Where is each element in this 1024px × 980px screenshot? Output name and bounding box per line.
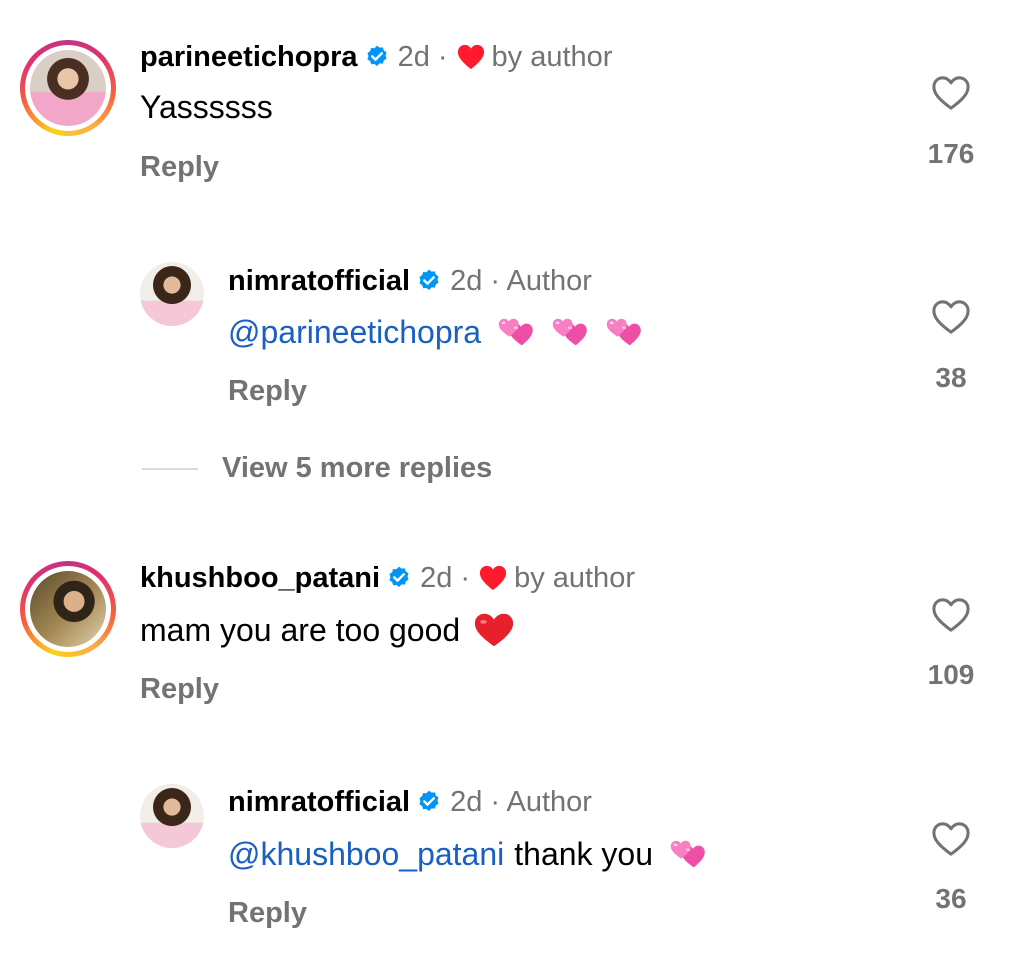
- divider-line: [142, 467, 198, 470]
- view-more-replies-label: View 5 more replies: [222, 452, 493, 484]
- like-count: 38: [935, 362, 967, 393]
- like-heart-icon[interactable]: [930, 596, 972, 634]
- verified-badge-icon: [386, 565, 412, 591]
- comment-text-content: mam you are too good: [140, 612, 461, 648]
- comments-thread: parineetichopra 2d · by author Yassssss …: [0, 0, 1024, 980]
- comment-header: nimratofficial 2d · Author: [228, 264, 592, 298]
- comment-time: 2d ·: [420, 562, 471, 594]
- avatar[interactable]: [20, 40, 116, 136]
- avatar[interactable]: [140, 262, 204, 326]
- comment-header: parineetichopra 2d · by author: [140, 40, 612, 74]
- reply-button[interactable]: Reply: [140, 673, 219, 706]
- liked-by-author-heart-icon: [456, 43, 486, 71]
- comment-header: khushboo_patani 2d · by author: [140, 561, 635, 595]
- liked-by-author-label: by author: [491, 41, 613, 73]
- username[interactable]: khushboo_patani: [140, 561, 380, 595]
- reply-button[interactable]: Reply: [228, 897, 307, 930]
- comment-text: Yassssss: [140, 88, 273, 126]
- mention-link[interactable]: @parineetichopra: [228, 313, 481, 351]
- comment-text-content: Yassssss: [140, 89, 273, 125]
- mention-link[interactable]: @khushboo_patani: [228, 835, 504, 873]
- comment-text-content: thank you: [514, 836, 654, 872]
- username[interactable]: parineetichopra: [140, 40, 358, 74]
- reply-button[interactable]: Reply: [140, 151, 219, 184]
- comment-text: @khushboo_patani thank you: [228, 834, 711, 874]
- comment-time-author: 2d · Author: [450, 265, 592, 297]
- username[interactable]: nimratofficial: [228, 785, 410, 819]
- two-hearts-emoji-icon: [667, 834, 711, 874]
- comment-time: 2d ·: [397, 41, 448, 73]
- two-hearts-emoji-icon: [549, 312, 593, 352]
- reply-button[interactable]: Reply: [228, 375, 307, 408]
- liked-by-author-heart-icon: [478, 564, 508, 592]
- red-heart-emoji-icon: [472, 610, 516, 650]
- avatar[interactable]: [140, 784, 204, 848]
- verified-badge-icon: [416, 268, 442, 294]
- comment-text: @parineetichopra: [228, 312, 647, 352]
- like-heart-icon[interactable]: [930, 298, 972, 336]
- like-count: 36: [935, 883, 967, 914]
- verified-badge-icon: [416, 789, 442, 815]
- avatar[interactable]: [20, 561, 116, 657]
- like-heart-icon[interactable]: [930, 820, 972, 858]
- like-count: 109: [927, 659, 975, 690]
- verified-badge-icon: [364, 44, 390, 70]
- like-heart-icon[interactable]: [930, 74, 972, 112]
- comment-header: nimratofficial 2d · Author: [228, 785, 592, 819]
- like-count: 176: [927, 138, 975, 169]
- username[interactable]: nimratofficial: [228, 264, 410, 298]
- two-hearts-emoji-icon: [603, 312, 647, 352]
- view-more-replies-button[interactable]: View 5 more replies: [142, 452, 492, 485]
- two-hearts-emoji-icon: [495, 312, 539, 352]
- comment-text: mam you are too good: [140, 610, 516, 650]
- liked-by-author-label: by author: [514, 562, 635, 594]
- comment-time-author: 2d · Author: [450, 786, 592, 818]
